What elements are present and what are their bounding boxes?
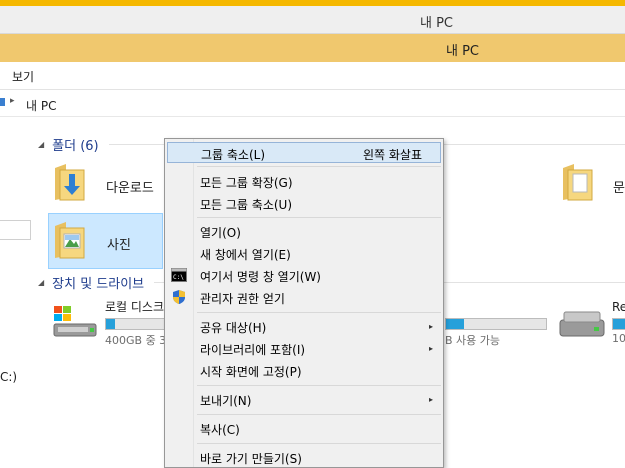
menu-item-label: 보내기(N) xyxy=(200,394,252,408)
drive-name: Re xyxy=(612,300,625,314)
folder-item-pictures[interactable]: 사진 xyxy=(48,213,163,269)
chevron-right-icon[interactable]: ▸ xyxy=(10,96,15,106)
menu-item-label: 공유 대상(H) xyxy=(200,321,267,335)
menu-item-copy[interactable]: 복사(C) xyxy=(167,418,441,439)
documents-folder-icon xyxy=(563,164,593,201)
menu-item-share-with[interactable]: 공유 대상(H) ▸ xyxy=(167,316,441,337)
menu-separator xyxy=(197,217,441,218)
menu-item-open-new-window[interactable]: 새 창에서 열기(E) xyxy=(167,243,441,264)
menu-item-open-command-window[interactable]: C:\ 여기서 명령 창 열기(W) xyxy=(167,265,441,286)
menu-item-open[interactable]: 열기(O) xyxy=(167,221,441,242)
drive-item-second[interactable]: B 사용 가능 xyxy=(445,316,547,347)
menu-item-collapse-group[interactable]: 그룹 축소(L) 왼쪽 화살표 xyxy=(167,142,441,163)
folder-item-documents[interactable]: 문 xyxy=(560,160,625,210)
menu-item-create-shortcut[interactable]: 바로 가기 만들기(S) xyxy=(167,447,441,467)
collapse-triangle-icon[interactable]: ◢ xyxy=(38,278,44,287)
nav-pane-selected-row[interactable] xyxy=(0,220,31,240)
drive-usage-bar xyxy=(445,318,547,330)
folder-item-downloads[interactable]: 다운로드 xyxy=(48,160,168,210)
downloads-folder-icon xyxy=(55,164,85,201)
submenu-arrow-icon: ▸ xyxy=(428,322,433,331)
drive-usage-fill xyxy=(446,319,464,329)
drive-item-local-disk[interactable]: 로컬 디스크 400GB 중 3 xyxy=(50,298,167,348)
folder-name: 문 xyxy=(613,181,625,196)
menu-item-take-ownership[interactable]: 관리자 권한 얻기 xyxy=(167,287,441,308)
menu-separator xyxy=(197,385,441,386)
uac-shield-icon xyxy=(173,290,185,304)
drive-name: 로컬 디스크 xyxy=(105,300,165,314)
folder-name: 사진 xyxy=(107,238,131,253)
svg-text:C:\: C:\ xyxy=(173,274,184,281)
drive-free-space: B 사용 가능 xyxy=(445,334,501,347)
nav-pane-drive-label[interactable]: C:) xyxy=(0,370,17,384)
menu-item-label: 그룹 축소(L) xyxy=(201,148,266,162)
menu-separator xyxy=(197,312,441,313)
menu-item-include-in-library[interactable]: 라이브러리에 포함(I) ▸ xyxy=(167,338,441,359)
context-menu: 그룹 축소(L) 왼쪽 화살표 모든 그룹 확장(G) 모든 그룹 축소(U) … xyxy=(164,138,444,468)
menu-item-expand-all-groups[interactable]: 모든 그룹 확장(G) xyxy=(167,171,441,192)
drive-item-removable[interactable]: Re 10 xyxy=(558,298,625,348)
menu-item-label: 새 창에서 열기(E) xyxy=(200,248,291,262)
menu-item-collapse-all-groups[interactable]: 모든 그룹 축소(U) xyxy=(167,193,441,214)
menu-separator xyxy=(197,166,441,167)
windows-drive-icon xyxy=(53,306,97,337)
menu-item-label: 라이브러리에 포함(I) xyxy=(200,343,306,357)
menu-item-label: 여기서 명령 창 열기(W) xyxy=(200,270,321,284)
submenu-arrow-icon: ▸ xyxy=(428,395,433,404)
pc-icon xyxy=(0,98,5,106)
menu-item-label: 모든 그룹 확장(G) xyxy=(200,176,293,190)
tab-view[interactable]: 보기 xyxy=(12,68,34,85)
removable-drive-icon xyxy=(559,311,605,337)
menu-item-label: 복사(C) xyxy=(200,423,240,437)
submenu-arrow-icon: ▸ xyxy=(428,344,433,353)
inactive-window-titlebar[interactable]: 내 PC xyxy=(0,6,625,34)
drive-usage-fill xyxy=(106,319,115,329)
drive-free-space: 10 xyxy=(612,332,625,345)
address-bar[interactable]: ▸ 내 PC xyxy=(0,92,625,117)
devices-group-label: 장치 및 드라이브 xyxy=(52,277,145,292)
ribbon-tabs: 보기 xyxy=(0,62,625,90)
folder-name: 다운로드 xyxy=(106,181,154,196)
cmd-icon: C:\ xyxy=(171,268,187,282)
menu-item-shortcut: 왼쪽 화살표 xyxy=(362,148,422,162)
drive-free-space: 400GB 중 3 xyxy=(105,334,167,347)
menu-item-label: 관리자 권한 얻기 xyxy=(200,292,285,306)
menu-item-pin-to-start[interactable]: 시작 화면에 고정(P) xyxy=(167,360,441,381)
menu-separator xyxy=(197,443,441,444)
breadcrumb-this-pc[interactable]: 내 PC xyxy=(26,97,56,114)
collapse-triangle-icon[interactable]: ◢ xyxy=(38,140,44,149)
window-title-active: 내 PC xyxy=(446,44,480,59)
menu-item-label: 열기(O) xyxy=(200,226,241,240)
menu-item-label: 바로 가기 만들기(S) xyxy=(200,452,302,466)
drive-usage-bar xyxy=(612,318,625,330)
menu-item-label: 모든 그룹 축소(U) xyxy=(200,198,293,212)
menu-separator xyxy=(197,414,441,415)
menu-item-send-to[interactable]: 보내기(N) ▸ xyxy=(167,389,441,410)
menu-item-label: 시작 화면에 고정(P) xyxy=(200,365,302,379)
drive-usage-bar xyxy=(105,318,167,330)
pictures-folder-icon xyxy=(55,222,85,259)
window-title: 내 PC xyxy=(420,16,454,31)
folders-group-label: 폴더 (6) xyxy=(52,139,99,154)
active-window-titlebar[interactable]: 내 PC xyxy=(0,34,625,62)
